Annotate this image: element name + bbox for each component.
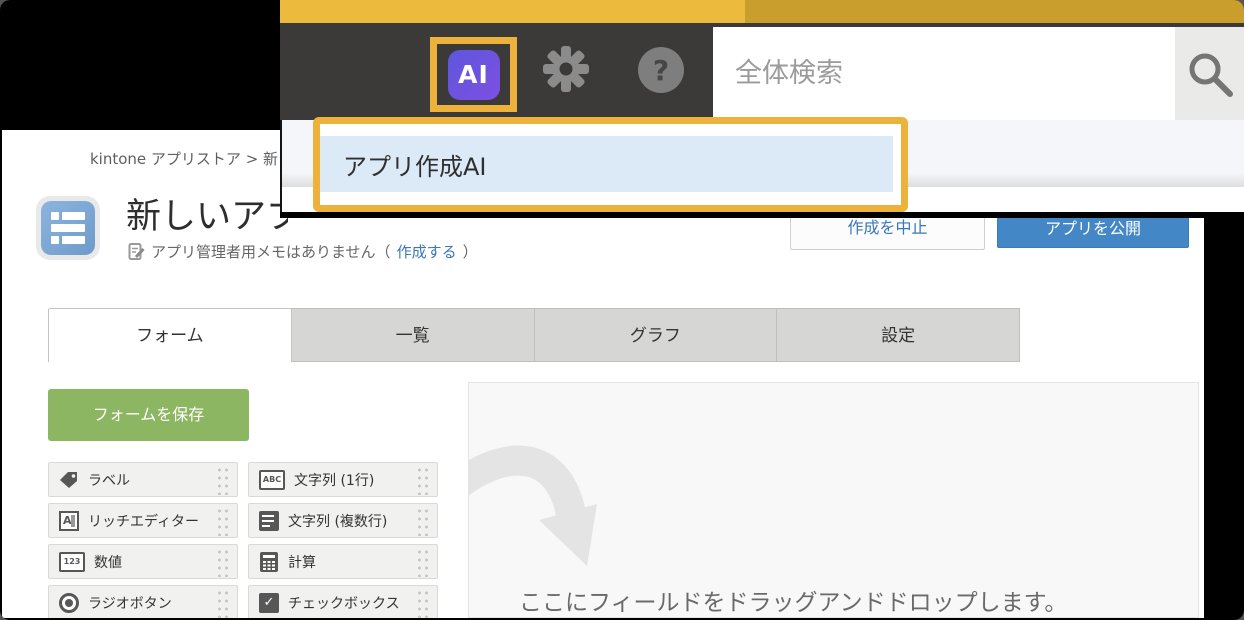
drop-area-hint-text: ここにフィールドをドラッグアンドドロップします。 xyxy=(519,583,1067,617)
palette-item-radio-button[interactable]: ラジオボタン xyxy=(48,585,238,618)
admin-memo-line: アプリ管理者用メモはありません（ 作成する ） xyxy=(128,240,478,262)
palette-item-calculation[interactable]: 計算 xyxy=(248,544,438,579)
palette-item-label[interactable]: ラベル xyxy=(48,462,238,497)
page-title: 新しいアプリ xyxy=(126,188,288,240)
form-drop-area[interactable]: ここにフィールドをドラッグアンドドロップします。 xyxy=(468,382,1199,618)
drag-handle[interactable] xyxy=(416,548,430,577)
ai-dropdown-highlight-box: アプリ作成AI xyxy=(313,117,908,212)
global-header: AI ? xyxy=(280,23,1244,120)
abc-icon: ABC xyxy=(259,470,285,490)
tab-settings[interactable]: 設定 xyxy=(776,308,1020,362)
screenshot-canvas: kintone アプリストア > 新しいアプリ 新しいアプリ アプリ管理者用メモ… xyxy=(0,0,1244,620)
palette-item-rich-editor[interactable]: A リッチエディター xyxy=(48,503,238,538)
breadcrumb[interactable]: kintone アプリストア > 新しいアプリ xyxy=(90,148,282,170)
overlay-bottom-edge xyxy=(280,212,1244,218)
header-overlay: AI ? xyxy=(280,0,1244,218)
tab-graph[interactable]: グラフ xyxy=(534,308,778,362)
settings-tabs: フォーム 一覧 グラフ 設定 xyxy=(48,308,1020,362)
app-form-glyph xyxy=(41,201,95,255)
palette-item-checkbox[interactable]: ✓ チェックボックス xyxy=(248,585,438,618)
calculator-icon xyxy=(259,552,279,572)
drag-handle[interactable] xyxy=(216,548,230,577)
menu-item-app-creation-ai[interactable]: アプリ作成AI xyxy=(320,136,893,192)
palette-item-number[interactable]: 123 数値 xyxy=(48,544,238,579)
radio-button-icon xyxy=(59,593,79,613)
drag-handle[interactable] xyxy=(216,589,230,618)
drag-handle[interactable] xyxy=(416,507,430,536)
gear-icon[interactable] xyxy=(542,45,590,93)
number-123-icon: 123 xyxy=(59,552,85,572)
kintone-top-stripe xyxy=(280,0,1244,23)
global-search[interactable] xyxy=(713,27,1175,120)
drag-handle[interactable] xyxy=(416,589,430,618)
search-icon xyxy=(1186,50,1234,98)
rich-text-icon: A xyxy=(59,511,79,531)
drag-handle[interactable] xyxy=(416,466,430,495)
palette-item-single-line-text[interactable]: ABC 文字列 (1行) xyxy=(248,462,438,497)
checkbox-icon: ✓ xyxy=(259,593,279,613)
tab-form[interactable]: フォーム xyxy=(48,308,292,362)
memo-text: アプリ管理者用メモはありません（ xyxy=(151,241,391,262)
search-input[interactable] xyxy=(713,27,1175,120)
help-icon[interactable]: ? xyxy=(638,47,684,93)
ai-menu-button[interactable]: AI xyxy=(448,50,500,100)
tab-list[interactable]: 一覧 xyxy=(291,308,535,362)
overlay-left-edge xyxy=(280,120,282,218)
drag-handle[interactable] xyxy=(216,507,230,536)
save-form-button[interactable]: フォームを保存 xyxy=(48,389,249,441)
drop-hint-arrow-icon xyxy=(469,438,659,598)
multiline-text-icon xyxy=(259,511,279,531)
memo-icon xyxy=(128,242,145,261)
app-icon xyxy=(36,196,100,260)
tag-icon xyxy=(59,470,79,490)
search-submit-area[interactable] xyxy=(1175,27,1244,120)
drag-handle[interactable] xyxy=(216,466,230,495)
palette-item-multiline-text[interactable]: 文字列 (複数行) xyxy=(248,503,438,538)
ai-button-highlight-box: AI xyxy=(430,37,517,112)
memo-suffix: ） xyxy=(463,241,478,262)
memo-create-link[interactable]: 作成する xyxy=(397,241,457,262)
